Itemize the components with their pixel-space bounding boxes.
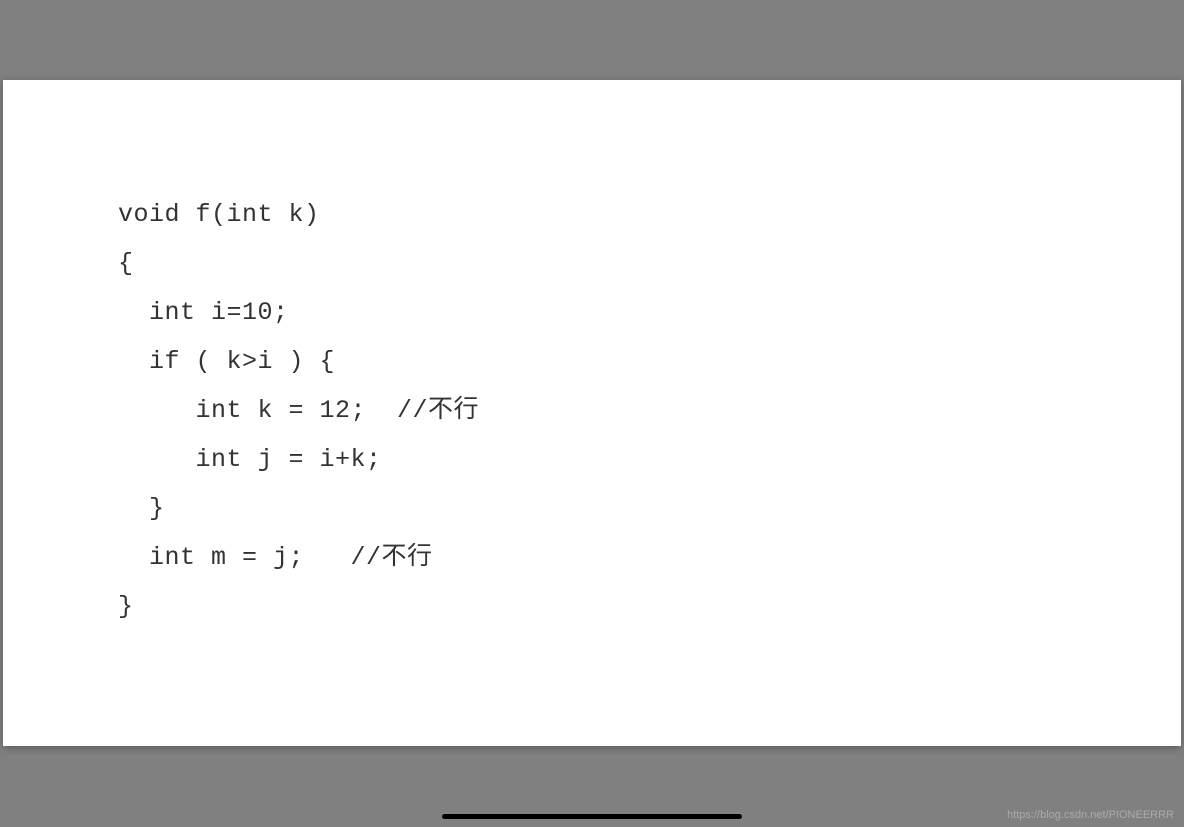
code-line: int k = 12; //不行: [118, 396, 479, 425]
code-block: void f(int k) { int i=10; if ( k>i ) { i…: [118, 190, 1066, 631]
code-line: {: [118, 249, 134, 278]
code-line: int i=10;: [118, 298, 289, 327]
code-line: }: [118, 494, 165, 523]
code-line: void f(int k): [118, 200, 320, 229]
watermark-text: https://blog.csdn.net/PIONEERRR: [1007, 809, 1174, 821]
home-indicator: [442, 814, 742, 819]
code-line: }: [118, 592, 134, 621]
code-line: int j = i+k;: [118, 445, 382, 474]
slide-page: void f(int k) { int i=10; if ( k>i ) { i…: [3, 80, 1181, 746]
code-line: if ( k>i ) {: [118, 347, 335, 376]
code-line: int m = j; //不行: [118, 543, 433, 572]
